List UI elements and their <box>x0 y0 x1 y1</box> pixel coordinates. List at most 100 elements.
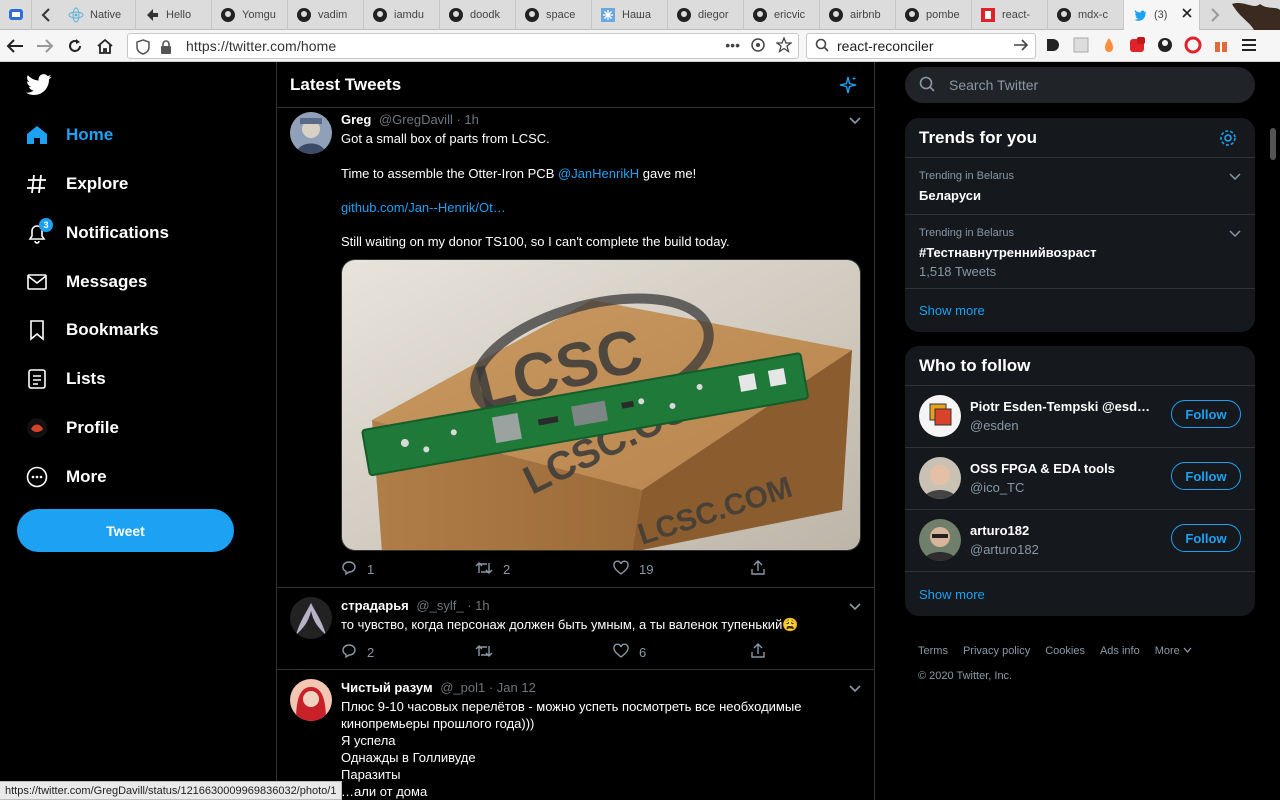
retweet-button[interactable]: 2 <box>475 560 510 579</box>
cookies-link[interactable]: Cookies <box>1045 645 1085 657</box>
ads-info-link[interactable]: Ads info <box>1100 645 1140 657</box>
like-button[interactable]: 6 <box>613 643 646 662</box>
sparkle-icon[interactable] <box>838 75 858 100</box>
terms-link[interactable]: Terms <box>918 645 948 657</box>
trend-item[interactable]: Trending in Belarus #Тестнавнутреннийвоз… <box>905 215 1255 289</box>
tweet-time[interactable]: · Jan 12 <box>489 680 536 695</box>
avatar[interactable] <box>919 395 961 437</box>
tab-pinned-chat[interactable] <box>0 0 32 30</box>
reply-button[interactable]: 2 <box>341 643 374 662</box>
retweet-button[interactable] <box>475 643 493 662</box>
page-scrollbar[interactable] <box>1267 62 1280 800</box>
gear-icon[interactable] <box>1219 129 1237 152</box>
lock-icon[interactable] <box>160 39 172 58</box>
tab-github-vadim[interactable]: vadim <box>288 0 364 30</box>
tabs-scroll-left-icon[interactable] <box>32 0 60 30</box>
menu-hamburger-icon[interactable] <box>1240 36 1258 54</box>
chevron-down-icon[interactable] <box>848 600 862 614</box>
tweet-button[interactable]: Tweet <box>17 509 234 552</box>
chevron-down-icon[interactable] <box>848 682 862 696</box>
follow-button[interactable]: Follow <box>1171 462 1241 490</box>
tweet-time[interactable]: · 1h <box>467 598 489 613</box>
nav-explore[interactable]: Explore <box>26 169 128 199</box>
home-icon[interactable] <box>90 31 120 61</box>
tab-github-space[interactable]: space <box>516 0 592 30</box>
twitter-search-input[interactable]: Search Twitter <box>905 67 1255 103</box>
tab-github-airbnb[interactable]: airbnb <box>820 0 896 30</box>
tweet-author-name[interactable]: страдарья <box>341 598 409 613</box>
nav-more[interactable]: More <box>26 462 107 492</box>
search-go-arrow-icon[interactable] <box>1013 38 1029 55</box>
url-bar[interactable]: https://twitter.com/home ••• <box>127 33 799 59</box>
avatar[interactable] <box>919 519 961 561</box>
page-actions-icon[interactable]: ••• <box>725 37 740 56</box>
gift-extension-icon[interactable] <box>1212 36 1230 54</box>
follow-suggestion[interactable]: OSS FPGA & EDA tools @ico_TC Follow <box>905 448 1255 510</box>
share-button[interactable] <box>750 560 766 579</box>
browser-search-box[interactable]: react-reconciler <box>806 33 1036 59</box>
nav-notifications[interactable]: 3 Notifications <box>26 218 169 248</box>
share-button[interactable] <box>750 643 766 662</box>
nav-home[interactable]: Home <box>26 120 113 150</box>
close-tab-icon[interactable] <box>1181 7 1193 22</box>
url-link[interactable]: github.com/Jan--Henrik/Ot… <box>341 200 506 215</box>
pocket-extension-icon[interactable] <box>1128 36 1146 54</box>
reload-icon[interactable] <box>60 31 90 61</box>
tweet-author-name[interactable]: Чистый разум <box>341 680 433 695</box>
chevron-down-icon[interactable] <box>1229 227 1241 245</box>
tab-twitter-active[interactable]: (3) <box>1124 0 1200 30</box>
shield-icon[interactable] <box>136 39 150 58</box>
tab-github-iamdu[interactable]: iamdu <box>364 0 440 30</box>
color-picker-extension-icon[interactable] <box>1100 36 1118 54</box>
tweet-photo[interactable]: LCSC LCSC.COM LCSC.COM <box>341 259 861 551</box>
chevron-down-icon[interactable] <box>848 114 862 128</box>
footer-more-link[interactable]: More <box>1155 645 1192 657</box>
forward-arrow-icon[interactable] <box>30 31 60 61</box>
tab-github-pombe[interactable]: pombe <box>896 0 972 30</box>
back-arrow-icon[interactable] <box>0 31 30 61</box>
follow-suggestion[interactable]: arturo182 @arturo182 Follow <box>905 510 1255 572</box>
chevron-down-icon[interactable] <box>1229 170 1241 188</box>
reply-button[interactable]: 1 <box>341 560 374 579</box>
tab-nasha[interactable]: Наша <box>592 0 668 30</box>
follow-button[interactable]: Follow <box>1171 400 1241 428</box>
trends-show-more-link[interactable]: Show more <box>905 289 1255 331</box>
avatar[interactable] <box>290 679 332 721</box>
tweet-item[interactable]: Greg @GregDavill · 1h Got a small box of… <box>277 108 874 588</box>
trend-item[interactable]: Trending in Belarus Беларуси <box>905 158 1255 215</box>
opera-extension-icon[interactable] <box>1184 36 1202 54</box>
tweet-item[interactable]: Чистый разум @_pol1 · Jan 12 Плюс 9-10 ч… <box>277 670 874 800</box>
tab-github-diegor[interactable]: diegor <box>668 0 744 30</box>
nav-messages[interactable]: Messages <box>26 267 147 297</box>
tweet-author-handle[interactable]: @_sylf_ <box>416 598 463 613</box>
mention-link[interactable]: @JanHenrikH <box>558 166 639 181</box>
who-to-follow-show-more-link[interactable]: Show more <box>905 572 1255 616</box>
tweet-time[interactable]: · 1h <box>456 112 478 127</box>
scrollbar-thumb[interactable] <box>1270 128 1276 160</box>
tweet-author-handle[interactable]: @GregDavill <box>379 112 453 127</box>
tab-github-doodk[interactable]: doodk <box>440 0 516 30</box>
avatar[interactable] <box>290 597 332 639</box>
follow-button[interactable]: Follow <box>1171 524 1241 552</box>
tab-react[interactable]: react- <box>972 0 1048 30</box>
account-icon[interactable] <box>1156 36 1174 54</box>
tab-github-yomgu[interactable]: Yomgu <box>212 0 288 30</box>
tab-native[interactable]: Native <box>60 0 136 30</box>
avatar[interactable] <box>290 112 332 154</box>
privacy-link[interactable]: Privacy policy <box>963 645 1030 657</box>
nav-lists[interactable]: Lists <box>26 364 106 394</box>
grid-extension-icon[interactable] <box>1072 36 1090 54</box>
tracking-icon[interactable] <box>750 37 766 56</box>
avatar[interactable] <box>919 457 961 499</box>
tab-hello[interactable]: Hello <box>136 0 212 30</box>
follow-suggestion[interactable]: Piotr Esden-Tempski @esd… @esden Follow <box>905 386 1255 448</box>
nav-bookmarks[interactable]: Bookmarks <box>26 315 159 345</box>
tweet-author-name[interactable]: Greg <box>341 112 371 127</box>
tab-github-mdx[interactable]: mdx-c <box>1048 0 1124 30</box>
nav-profile[interactable]: Profile <box>26 413 119 443</box>
dark-reader-extension-icon[interactable] <box>1044 36 1062 54</box>
like-button[interactable]: 19 <box>613 560 653 579</box>
tab-github-ericvic[interactable]: ericvic <box>744 0 820 30</box>
tweet-item[interactable]: страдарья @_sylf_ · 1h то чувство, когда… <box>277 588 874 670</box>
tweet-author-handle[interactable]: @_pol1 <box>440 680 485 695</box>
